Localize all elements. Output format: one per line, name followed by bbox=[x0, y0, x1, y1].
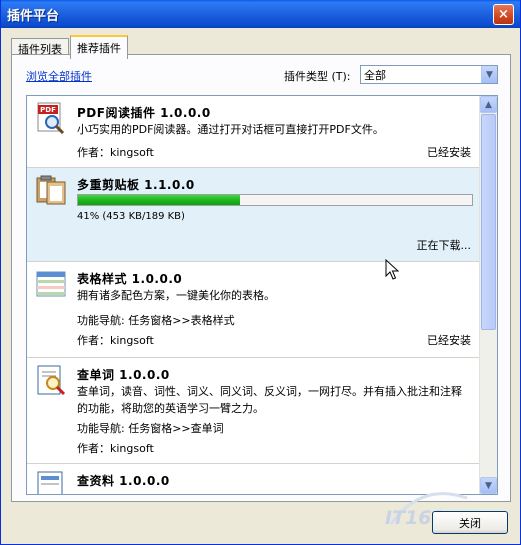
plugin-type-value: 全部 bbox=[364, 68, 386, 82]
browse-all-plugins-link[interactable]: 浏览全部插件 bbox=[26, 68, 92, 84]
plugin-item-table-style[interactable]: 表格样式 1.0.0.0 拥有诸多配色方案，一键美化你的表格。 功能导航: 任务… bbox=[27, 262, 481, 358]
plugin-name: PDF阅读插件 1.0.0.0 bbox=[77, 106, 211, 120]
plugin-description: 小巧实用的PDF阅读器。通过打开对话框可直接打开PDF文件。 bbox=[77, 123, 384, 136]
plugin-item-dictionary[interactable]: 查单词 1.0.0.0 查单词，读音、词性、词义、同义词、反义词，一网打尽。并有… bbox=[27, 358, 481, 464]
plugin-name: 表格样式 1.0.0.0 bbox=[77, 272, 183, 286]
plugin-platform-window: 插件平台 × 插件列表 推荐插件 浏览全部插件 插件类型 (T): 全部 ▼ P… bbox=[0, 0, 521, 545]
window-title: 插件平台 bbox=[7, 8, 60, 24]
plugin-type-label: 插件类型 (T): bbox=[284, 70, 351, 83]
chevron-up-icon: ▲ bbox=[485, 99, 492, 110]
plugin-name: 查单词 1.0.0.0 bbox=[77, 368, 170, 382]
chevron-down-icon: ▼ bbox=[485, 480, 492, 491]
plugin-list: PDF PDF阅读插件 1.0.0.0 小巧实用的PDF阅读器。通过打开对话框可… bbox=[26, 95, 498, 495]
svg-text:PDF: PDF bbox=[40, 106, 56, 114]
research-icon bbox=[37, 471, 63, 494]
pdf-reader-icon: PDF bbox=[37, 102, 65, 134]
plugin-item-multi-clipboard[interactable]: 多重剪贴板 1.1.0.0 41% (453 KB/189 KB) 正在下载..… bbox=[27, 168, 481, 262]
clipboard-icon bbox=[36, 175, 66, 205]
plugin-description: 查单词，读音、词性、词义、同义词、反义词，一网打尽。并有插入批注和注释的功能，将… bbox=[77, 385, 462, 415]
plugin-author: 作者：kingsoft bbox=[77, 442, 154, 455]
plugin-status: 已经安装 bbox=[427, 334, 471, 347]
plugin-nav: 功能导航: 任务窗格>>表格样式 bbox=[77, 314, 235, 327]
download-progress-text: 41% (453 KB/189 KB) bbox=[77, 211, 185, 222]
mouse-cursor-icon bbox=[385, 259, 399, 280]
close-button[interactable]: 关闭 bbox=[432, 511, 508, 534]
recommended-panel: 浏览全部插件 插件类型 (T): 全部 ▼ PDF PDF阅读插件 1.0.0.… bbox=[11, 54, 511, 502]
tab-recommended-plugins[interactable]: 推荐插件 bbox=[70, 35, 128, 59]
plugin-type-select[interactable]: 全部 ▼ bbox=[360, 65, 498, 84]
scroll-thumb[interactable] bbox=[481, 114, 496, 330]
title-bar[interactable]: 插件平台 × bbox=[1, 0, 520, 28]
plugin-nav: 功能导航: 任务窗格>>查单词 bbox=[77, 422, 224, 435]
plugin-author: 作者：kingsoft bbox=[77, 146, 154, 159]
window-close-button[interactable]: × bbox=[493, 3, 514, 25]
plugin-name: 查资料 1.0.0.0 bbox=[77, 474, 170, 488]
chevron-down-icon[interactable]: ▼ bbox=[481, 66, 497, 83]
plugin-description: 拥有诸多配色方案，一键美化你的表格。 bbox=[77, 289, 275, 302]
plugin-author: 作者：kingsoft bbox=[77, 334, 154, 347]
download-progress-bar bbox=[77, 194, 473, 206]
scroll-up-button[interactable]: ▲ bbox=[480, 96, 497, 113]
download-progress-fill bbox=[78, 195, 240, 205]
plugin-item-pdf-reader[interactable]: PDF PDF阅读插件 1.0.0.0 小巧实用的PDF阅读器。通过打开对话框可… bbox=[27, 96, 481, 168]
plugin-status: 已经安装 bbox=[427, 146, 471, 159]
table-style-icon bbox=[36, 271, 66, 297]
list-scrollbar[interactable]: ▲ ▼ bbox=[479, 96, 497, 494]
dictionary-icon bbox=[37, 365, 66, 396]
close-icon: × bbox=[498, 6, 509, 22]
plugin-status: 正在下载... bbox=[416, 239, 472, 252]
plugin-name: 多重剪贴板 1.1.0.0 bbox=[77, 178, 195, 192]
scroll-down-button[interactable]: ▼ bbox=[480, 477, 497, 494]
